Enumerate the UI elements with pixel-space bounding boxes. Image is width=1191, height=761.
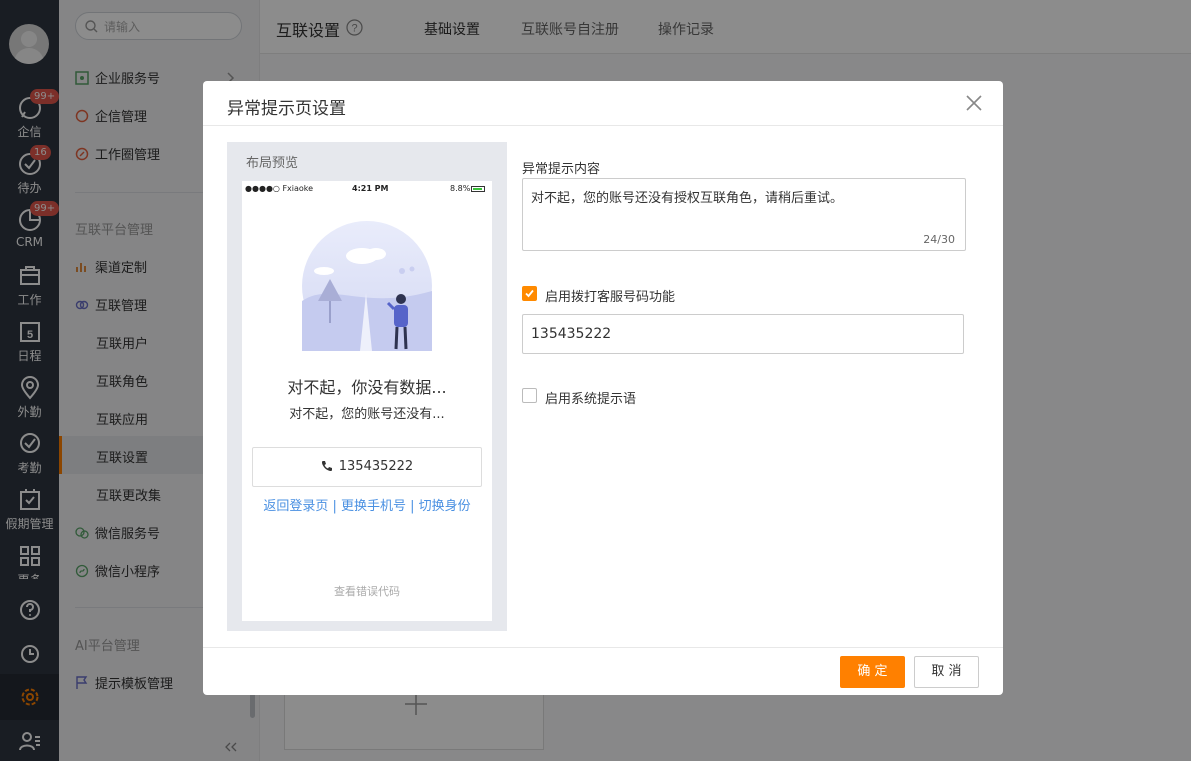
exception-page-settings-dialog: 异常提示页设置 布局预览 ●●●●○ Fxiaoke 4:21 PM 8.8%: [203, 81, 1003, 695]
close-icon[interactable]: [965, 94, 983, 112]
phone-preview: ●●●●○ Fxiaoke 4:21 PM 8.8% 对不起，你没有数据... …: [242, 181, 492, 621]
preview-call-button: 135435222: [252, 447, 482, 487]
preview-error-code: 查看错误代码: [334, 585, 400, 598]
empty-state-illustration: [302, 221, 432, 351]
cancel-button[interactable]: 取 消: [914, 656, 979, 688]
preview-links: 返回登录页 | 更换手机号 | 切换身份: [263, 499, 471, 514]
preview-title: 对不起，你没有数据...: [287, 378, 447, 397]
battery-icon: [471, 186, 485, 192]
phone-icon: [321, 461, 332, 471]
phone-status-bar: ●●●●○ Fxiaoke 4:21 PM 8.8%: [242, 184, 492, 196]
dialog-title: 异常提示页设置: [227, 99, 346, 119]
content-label: 异常提示内容: [522, 162, 601, 177]
confirm-button[interactable]: 确 定: [840, 656, 905, 688]
call-service-checkbox[interactable]: [522, 286, 537, 301]
call-service-label: 启用拨打客服号码功能: [545, 290, 676, 305]
service-phone-input[interactable]: 135435222: [522, 314, 964, 354]
content-textarea[interactable]: 对不起，您的账号还没有授权互联角色，请稍后重试。 24/30: [522, 178, 966, 251]
check-icon: [525, 289, 534, 298]
char-count: 24/30: [923, 233, 955, 246]
preview-subtitle: 对不起，您的账号还没有...: [289, 407, 445, 422]
system-message-checkbox[interactable]: [522, 388, 537, 403]
layout-preview: 布局预览 ●●●●○ Fxiaoke 4:21 PM 8.8% 对不起，你没有数…: [227, 142, 507, 631]
preview-label: 布局预览: [246, 156, 299, 171]
system-message-label: 启用系统提示语: [545, 392, 637, 407]
